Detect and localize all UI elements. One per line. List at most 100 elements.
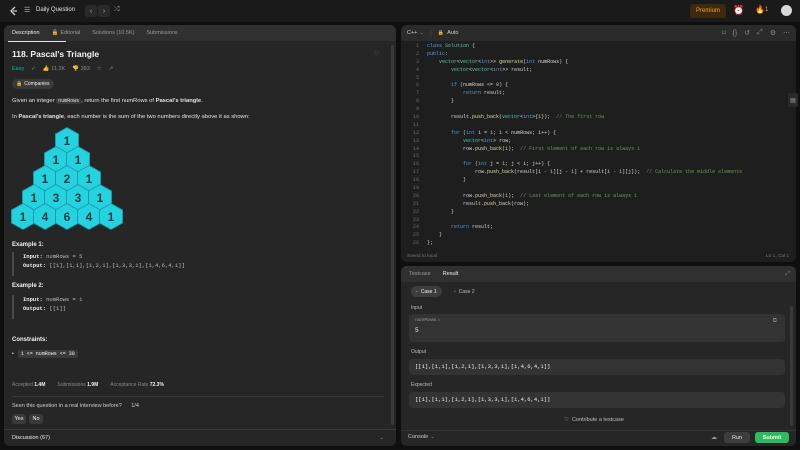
star-icon[interactable]: ☆	[97, 66, 102, 72]
dislike-button[interactable]: 👎 383	[72, 66, 90, 72]
problem-list-title[interactable]: Daily Question	[36, 7, 75, 13]
divider	[4, 429, 396, 430]
code-line[interactable]: 8 }	[401, 98, 789, 106]
submit-button[interactable]: Submit	[755, 432, 789, 443]
submissions-stat: Submissions 1.9M	[57, 382, 98, 388]
divider	[12, 396, 384, 397]
problem-title: 118. Pascal's Triangle	[12, 49, 100, 59]
language-select[interactable]: C++ ⌄	[407, 30, 424, 36]
like-button[interactable]: 👍 11.2K	[43, 66, 65, 72]
chevron-down-icon: ⌄	[430, 434, 435, 440]
code-line[interactable]: 12 for (int i = 1; i < numRows; i++) {	[401, 130, 789, 138]
example-1-output-row: Output: [[1],[1,1],[1,2,1],[1,3,3,1],[1,…	[23, 261, 382, 270]
code-line[interactable]: 26};	[401, 240, 789, 248]
scrollbar[interactable]	[790, 306, 793, 426]
next-question-button[interactable]: ›	[98, 5, 110, 17]
code-line[interactable]: 16 for (int j = 1; j < i; j++) {	[401, 161, 789, 169]
code-line[interactable]: 21 result.push_back(row);	[401, 201, 789, 209]
yes-button[interactable]: Yes	[12, 414, 26, 424]
code-line[interactable]: 5	[401, 75, 789, 83]
hex-value: 1	[96, 190, 104, 205]
bookmark-icon[interactable]: ⌑	[722, 29, 726, 37]
share-icon[interactable]: ↗	[109, 66, 114, 72]
code-line[interactable]: 11	[401, 122, 789, 130]
tab-editorial[interactable]: 🔒 Editorial	[46, 25, 87, 41]
code-line[interactable]: 24 return result;	[401, 224, 789, 232]
desc-code: numRows	[56, 98, 82, 104]
alarm-clock-icon[interactable]: ⏰	[733, 5, 744, 16]
premium-button[interactable]: Premium	[690, 4, 727, 18]
code-line[interactable]: 22 }	[401, 209, 789, 217]
run-button[interactable]: Run	[724, 432, 750, 443]
output-box: [[1],[1,1],[1,2,1],[1,3,3,1],[1,4,6,4,1]…	[409, 359, 785, 375]
code-line[interactable]: 3 vector<vector<int>> generate(int numRo…	[401, 59, 789, 67]
companies-tag[interactable]: 🔒 Companies	[12, 79, 54, 89]
code-line[interactable]: 4 vector<vector<int>> result;	[401, 67, 789, 75]
settings-icon[interactable]: ⚙	[770, 29, 776, 37]
problem-list-icon[interactable]: ☰	[24, 6, 30, 14]
code-line[interactable]: 20 row.push_back(1); // Last element of …	[401, 193, 789, 201]
more-icon[interactable]: ⋯	[783, 29, 790, 37]
separator: |	[430, 29, 432, 37]
code-line[interactable]: 10 result.push_back(vector<int>{1}); // …	[401, 114, 789, 122]
leetcode-logo-icon[interactable]	[9, 6, 18, 16]
notes-icon[interactable]: ▤	[788, 93, 798, 107]
line-number: 24	[412, 224, 419, 231]
code-line[interactable]: 14 row.push_back(1); // First element of…	[401, 146, 789, 154]
code-line[interactable]: 23	[401, 217, 789, 225]
line-number: 5	[415, 74, 419, 81]
tab-submissions[interactable]: Submissions	[140, 25, 183, 41]
reset-icon[interactable]: ↺	[744, 29, 750, 37]
tab-description[interactable]: Description	[6, 25, 46, 41]
code-text: row.push_back(result[i - 1][j - 1] + res…	[427, 169, 743, 176]
divider	[401, 430, 796, 431]
streak-fire-icon[interactable]: 🔥	[755, 5, 765, 14]
acceptance-rate-stat: Acceptance Rate 72.3%	[110, 382, 164, 388]
copy-icon[interactable]: ⧉	[773, 318, 777, 325]
contribute-testcase-link[interactable]: ♡ Contribute a testcase	[564, 417, 624, 423]
code-text: result.push_back(vector<int>{1}); // The…	[427, 114, 605, 121]
accepted-label: Accepted	[12, 382, 33, 388]
code-line[interactable]: 18 }	[401, 177, 789, 185]
prev-question-button[interactable]: ‹	[85, 5, 97, 17]
code-text: vector<int> row;	[463, 137, 512, 144]
tab-solutions[interactable]: Solutions (10.5K)	[86, 25, 140, 41]
cloud-icon[interactable]: ☁	[711, 434, 717, 441]
hint-icon[interactable]: ◌	[374, 48, 379, 57]
case-2-tab[interactable]: • Case 2	[449, 286, 480, 297]
code-line[interactable]: 25 }	[401, 232, 789, 240]
scrollbar[interactable]	[391, 45, 394, 425]
expand-icon[interactable]: ⤢	[757, 29, 763, 37]
line-number: 3	[415, 58, 419, 65]
avatar[interactable]	[781, 5, 792, 16]
code-line[interactable]: 1 class Solution {	[401, 43, 789, 51]
case-1-tab[interactable]: • Case 1	[411, 286, 442, 297]
hex-value: 3	[52, 190, 60, 205]
hex-value: 1	[85, 171, 93, 186]
example-1-block: Input: numRows = 5 Output: [[1],[1,1],[1…	[12, 252, 382, 276]
testcase-panel: Testcase Result ⤢ • Case 1 • Case 2 Input …	[401, 266, 796, 446]
shuffle-icon[interactable]: ⤮	[114, 6, 120, 14]
case-2-label: Case 2	[458, 288, 475, 295]
line-number: 15	[412, 153, 419, 160]
tab-result[interactable]: Result	[437, 266, 465, 282]
code-line[interactable]: 17 row.push_back(result[i - 1][j - 1] + …	[401, 169, 789, 177]
braces-icon[interactable]: {}	[733, 30, 738, 37]
output-label: Output	[411, 349, 427, 355]
code-line[interactable]: 7 return result;	[401, 90, 789, 98]
code-line[interactable]: 9	[401, 106, 789, 114]
no-button[interactable]: No	[29, 414, 43, 424]
auto-label[interactable]: Auto	[447, 30, 458, 36]
code-line[interactable]: 6 if (numRows <= 0) {	[401, 82, 789, 90]
console-toggle[interactable]: Console ⌄	[408, 434, 435, 440]
expand-icon[interactable]: ⤢	[785, 271, 790, 278]
tab-testcase[interactable]: Testcase	[403, 266, 437, 282]
code-editor-panel: C++ ⌄ | 🔒 Auto ⌑ {} ↺ ⤢ ⚙ ⋯ 1 class Soluti…	[401, 25, 796, 262]
code-area[interactable]: 1 class Solution {2 public: 3 vector<vector…	[401, 43, 789, 248]
code-line[interactable]: 15	[401, 153, 789, 161]
top-bar: ☰ Daily Question ‹ › ⤮ Premium ⏰ 🔥 1	[0, 0, 800, 22]
code-line[interactable]: 2 public:	[401, 51, 789, 59]
discussion-section[interactable]: Discussion (67) ⌄	[12, 435, 384, 441]
code-line[interactable]: 13 vector<int> row;	[401, 138, 789, 146]
code-line[interactable]: 19	[401, 185, 789, 193]
